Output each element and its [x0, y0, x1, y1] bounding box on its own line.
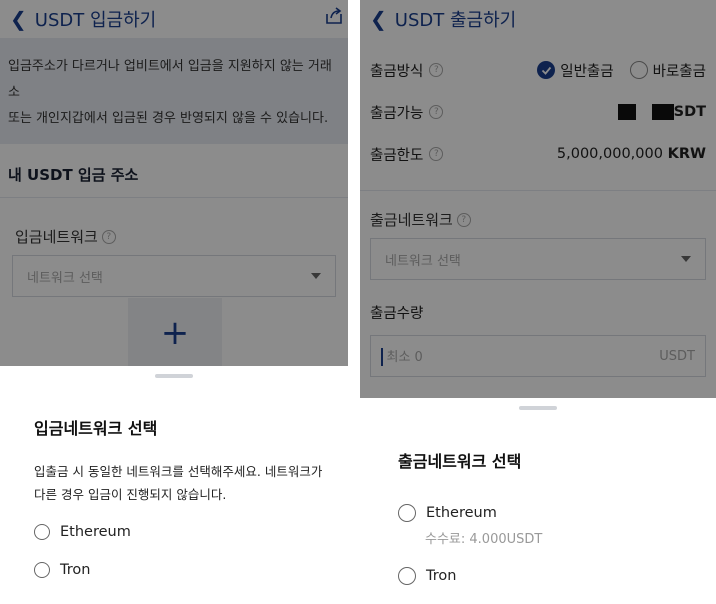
withdraw-screen: ❮ USDT 출금하기 출금방식 ? 일반출금 바로출금 출금가능 ? SDT … [360, 0, 716, 604]
sheet-title: 출금네트워크 선택 [398, 452, 522, 471]
option-label: Tron [60, 562, 91, 578]
network-option-tron[interactable]: Tron [360, 547, 716, 585]
deposit-screen: ❮ USDT 입금하기 입금주소가 다르거나 업비트에서 입금을 지원하지 않는… [0, 0, 348, 604]
sheet-desc-line: 입출금 시 동일한 네트워크를 선택해주세요. 네트워크가 [34, 464, 323, 479]
dim-overlay[interactable] [0, 0, 348, 366]
sheet-title: 입금네트워크 선택 [34, 419, 158, 438]
network-fee: 수수료: 4.000USDT [425, 532, 543, 547]
network-option-ethereum[interactable]: Ethereum [0, 506, 348, 540]
network-option-tron[interactable]: Tron [0, 540, 348, 578]
bottom-sheet: 입금네트워크 선택 입출금 시 동일한 네트워크를 선택해주세요. 네트워크가 … [0, 366, 348, 604]
network-option-ethereum[interactable]: Ethereum [360, 472, 716, 522]
option-label: Ethereum [426, 505, 497, 521]
dim-overlay[interactable] [360, 0, 716, 398]
divider [348, 0, 360, 604]
radio-icon[interactable] [34, 524, 50, 540]
option-label: Ethereum [60, 524, 131, 540]
radio-icon[interactable] [34, 562, 50, 578]
radio-icon[interactable] [398, 504, 416, 522]
radio-icon[interactable] [398, 567, 416, 585]
option-label: Tron [426, 568, 457, 584]
bottom-sheet: 출금네트워크 선택 Ethereum 수수료: 4.000USDT Tron [360, 398, 716, 604]
sheet-description: 입출금 시 동일한 네트워크를 선택해주세요. 네트워크가 다른 경우 입금이 … [0, 439, 348, 506]
sheet-desc-line: 다른 경우 입금이 진행되지 않습니다. [34, 487, 227, 502]
